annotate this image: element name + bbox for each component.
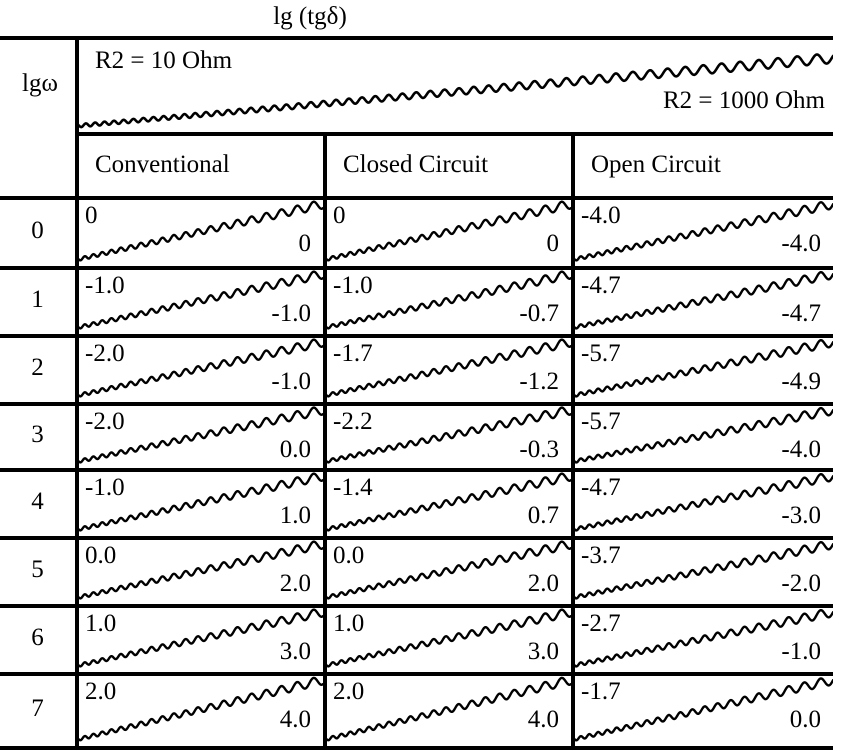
- row-label-3: 3: [31, 421, 44, 448]
- column-header-row: Conventional Closed Circuit Open Circuit: [75, 136, 833, 196]
- r2-low-label: R2 = 10 Ohm: [95, 47, 233, 74]
- row-label-2: 2: [31, 354, 44, 381]
- value-start: -2.7: [581, 610, 621, 637]
- value-end: 0.7: [527, 502, 559, 529]
- cell-closed-circuit-row-5: 0.0 2.0: [323, 540, 571, 604]
- value-end: -1.0: [781, 638, 821, 665]
- cell-conventional-row-0: 00: [75, 200, 323, 266]
- r2-high-label: R2 = 1000 Ohm: [662, 87, 825, 114]
- cell-closed-circuit-row-4: -1.4 0.7: [323, 472, 571, 536]
- value-end: -1.2: [519, 368, 559, 395]
- cell-open-circuit-row-6: -2.7 -1.0: [571, 608, 833, 672]
- cell-open-circuit-row-5: -3.7 -2.0: [571, 540, 833, 604]
- column-header-closed-circuit: Closed Circuit: [343, 151, 489, 178]
- column-header-open-circuit: Open Circuit: [591, 151, 721, 178]
- value-end: -4.0: [781, 436, 821, 463]
- value-start: 1.0: [333, 610, 365, 637]
- value-start: 2.0: [85, 678, 117, 705]
- value-end: -1.0: [271, 368, 311, 395]
- value-start: -4.7: [581, 474, 621, 501]
- header-band: R2 = 10 Ohm R2 = 1000 Ohm: [75, 40, 833, 132]
- cell-open-circuit-row-4: -4.7 -3.0: [571, 472, 833, 536]
- cell-open-circuit-row-0: -4.0 -4.0: [571, 200, 833, 266]
- row-label-0: 0: [31, 217, 44, 244]
- row-label-4: 4: [31, 488, 44, 515]
- value-start: -1.7: [581, 678, 621, 705]
- value-start: 0: [85, 202, 98, 229]
- value-end: 2.0: [279, 570, 311, 597]
- cell-conventional-row-6: 1.0 3.0: [75, 608, 323, 672]
- value-start: 0.0: [85, 542, 117, 569]
- value-start: -1.0: [85, 474, 125, 501]
- value-end: 3.0: [527, 638, 559, 665]
- table-bottom-border: [0, 746, 833, 750]
- value-start: 2.0: [333, 678, 365, 705]
- value-end: -3.0: [781, 502, 821, 529]
- value-start: -1.4: [333, 474, 373, 501]
- cell-closed-circuit-row-0: 00: [323, 200, 571, 266]
- value-start: -1.0: [333, 272, 373, 299]
- value-end: -4.9: [781, 368, 821, 395]
- cell-conventional-row-2: -2.0 -1.0: [75, 338, 323, 402]
- value-end: 1.0: [279, 502, 311, 529]
- cell-open-circuit-row-7: -1.7 0.0: [571, 676, 833, 746]
- cell-conventional-row-4: -1.0 1.0: [75, 472, 323, 536]
- cell-conventional-row-7: 2.0 4.0: [75, 676, 323, 746]
- cell-closed-circuit-row-6: 1.0 3.0: [323, 608, 571, 672]
- cell-open-circuit-row-3: -5.7 -4.0: [571, 406, 833, 468]
- wave-plot: [75, 200, 323, 262]
- top-axis-label: lg (tgδ): [273, 3, 347, 30]
- value-end: -1.0: [271, 300, 311, 327]
- value-start: -4.7: [581, 272, 621, 299]
- value-start: -1.0: [85, 272, 125, 299]
- value-start: -2.2: [333, 408, 373, 435]
- wave-plot: [323, 200, 571, 262]
- value-start: -5.7: [581, 340, 621, 367]
- value-start: -2.0: [85, 340, 125, 367]
- value-start: 0: [333, 202, 346, 229]
- value-start: -3.7: [581, 542, 621, 569]
- row-label-7: 7: [31, 695, 44, 722]
- value-start: -4.0: [581, 202, 621, 229]
- value-end: -2.0: [781, 570, 821, 597]
- value-end: -0.7: [519, 300, 559, 327]
- cell-closed-circuit-row-3: -2.2 -0.3: [323, 406, 571, 468]
- cell-open-circuit-row-2: -5.7 -4.9: [571, 338, 833, 402]
- cell-closed-circuit-row-2: -1.7 -1.2: [323, 338, 571, 402]
- value-start: -5.7: [581, 408, 621, 435]
- value-start: -1.7: [333, 340, 373, 367]
- column-header-conventional: Conventional: [95, 151, 230, 178]
- row-label-5: 5: [31, 556, 44, 583]
- value-end: 0.0: [279, 436, 311, 463]
- value-end: -4.0: [781, 230, 821, 257]
- cell-closed-circuit-row-1: -1.0 -0.7: [323, 270, 571, 334]
- value-end: -4.7: [781, 300, 821, 327]
- cell-closed-circuit-row-7: 2.0 4.0: [323, 676, 571, 746]
- value-end: 0: [546, 230, 560, 257]
- row-label-1: 1: [31, 286, 44, 313]
- value-end: 4.0: [279, 706, 311, 733]
- measurement-table: R2 = 10 Ohm R2 = 1000 Ohm Conventional C…: [0, 36, 858, 750]
- cell-conventional-row-3: -2.0 0.0: [75, 406, 323, 468]
- cell-conventional-row-5: 0.0 2.0: [75, 540, 323, 604]
- cell-open-circuit-row-1: -4.7 -4.7: [571, 270, 833, 334]
- value-end: 0: [298, 230, 312, 257]
- value-end: 4.0: [527, 706, 559, 733]
- value-start: 0.0: [333, 542, 365, 569]
- value-end: 2.0: [527, 570, 559, 597]
- value-end: 0.0: [789, 706, 821, 733]
- value-start: -2.0: [85, 408, 125, 435]
- value-start: 1.0: [85, 610, 117, 637]
- value-end: 3.0: [279, 638, 311, 665]
- value-end: -0.3: [519, 436, 559, 463]
- row-label-6: 6: [31, 624, 44, 651]
- cell-conventional-row-1: -1.0 -1.0: [75, 270, 323, 334]
